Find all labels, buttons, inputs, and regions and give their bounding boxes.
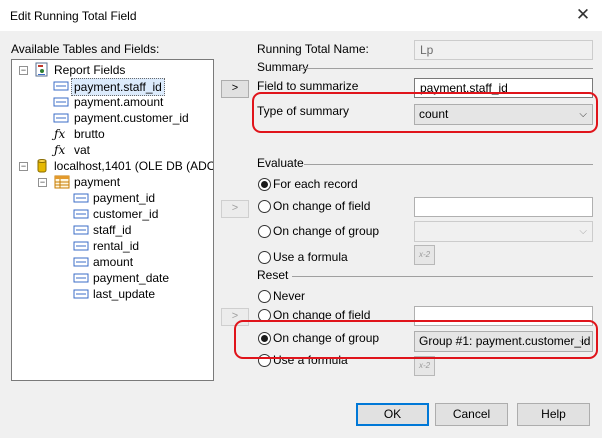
reset-radio-never[interactable] [258,290,271,303]
tree-node-column[interactable]: staff_id [93,222,131,238]
help-button[interactable]: Help [517,403,590,426]
field-icon [73,241,89,251]
field-to-summarize-label: Field to summarize [257,79,359,93]
evaluate-option-label[interactable]: On change of field [273,199,370,213]
tree-node-column[interactable]: payment_date [93,270,169,286]
tree-node-table[interactable]: payment [74,174,120,190]
highlight-annotation [252,92,598,133]
field-icon [73,209,89,219]
field-icon [73,289,89,299]
field-icon [73,273,89,283]
available-fields-label: Available Tables and Fields: [11,42,160,56]
reset-formula-icon[interactable]: x-2 [414,356,435,376]
tree-node-column[interactable]: customer_id [93,206,158,222]
tree-node-column[interactable]: rental_id [93,238,139,254]
evaluate-radio-for-each-record[interactable] [258,178,271,191]
table-icon [54,175,70,189]
window-title: Edit Running Total Field [10,9,137,23]
evaluate-radio-change-of-field[interactable] [258,200,271,213]
collapse-toggle[interactable]: − [19,162,28,171]
collapse-toggle[interactable]: − [38,178,47,187]
evaluate-radio-use-formula[interactable] [258,251,271,264]
field-icon [73,193,89,203]
running-total-name-label: Running Total Name: [257,42,369,56]
reset-option-label[interactable]: Never [273,289,305,303]
evaluate-field-input[interactable] [414,197,593,217]
field-icon [53,81,69,91]
tree-node-field[interactable]: payment.amount [74,94,163,110]
summary-header: Summary [257,60,309,74]
database-icon [37,159,47,173]
reset-separator [292,276,593,277]
report-fields-icon [35,62,48,77]
evaluate-header: Evaluate [257,156,304,170]
evaluate-option-label[interactable]: On change of group [273,224,379,238]
reset-header: Reset [257,268,289,282]
field-icon [73,257,89,267]
title-bar: Edit Running Total Field ✕ [0,0,602,31]
tree-node-formula[interactable]: vat [74,142,90,158]
add-evaluate-field-button[interactable]: > [221,200,249,218]
evaluate-option-label[interactable]: For each record [273,177,358,191]
add-field-to-summarize-button[interactable]: > [221,80,249,98]
field-icon [73,225,89,235]
formula-field-icon: ƒx [54,127,66,141]
tree-node-column[interactable]: payment_id [93,190,155,206]
field-icon [53,97,69,107]
summary-separator [300,68,593,69]
evaluate-formula-icon[interactable]: x-2 [414,245,435,265]
tree-node-formula[interactable]: brutto [74,126,105,142]
field-icon [53,113,69,123]
fields-tree[interactable]: − Report Fields payment.staff_id payment… [11,59,214,381]
chevron-down-icon: ⌵ [579,226,587,237]
tree-node-connection[interactable]: localhost,1401 (OLE DB (ADO)) [54,158,213,174]
ok-button[interactable]: OK [356,403,429,426]
evaluate-option-label[interactable]: Use a formula [273,250,348,264]
tree-node-field[interactable]: payment.customer_id [74,110,189,126]
running-total-name-input[interactable]: Lp [414,40,593,60]
evaluate-separator [304,164,593,165]
formula-field-icon: ƒx [54,143,66,157]
collapse-toggle[interactable]: − [19,66,28,75]
tree-node-column[interactable]: amount [93,254,133,270]
tree-node-column[interactable]: last_update [93,286,155,302]
evaluate-group-select[interactable]: ⌵ [414,221,593,242]
highlight-annotation [234,320,598,359]
evaluate-radio-change-of-group[interactable] [258,225,271,238]
close-button[interactable]: ✕ [572,4,594,26]
cancel-button[interactable]: Cancel [435,403,508,426]
tree-node-report-fields[interactable]: Report Fields [54,62,125,78]
